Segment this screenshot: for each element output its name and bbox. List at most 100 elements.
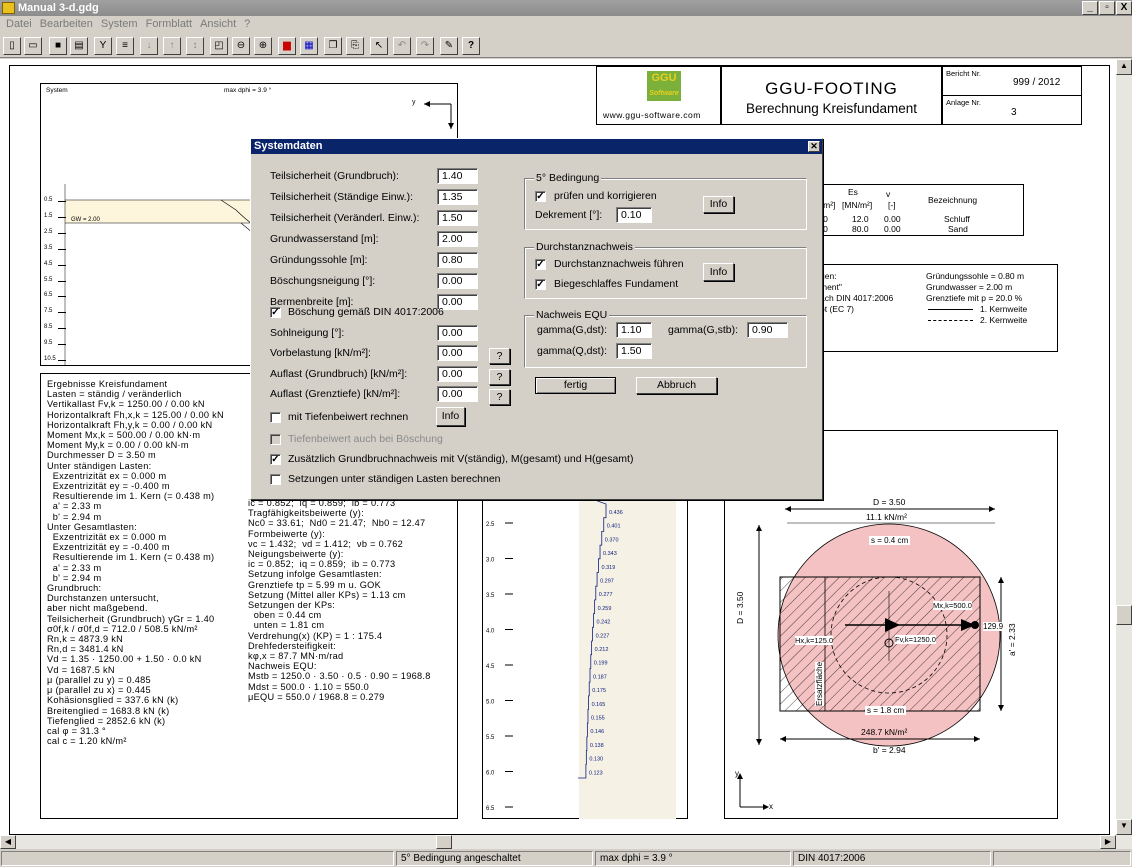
dialog-field-label: Teilsicherheit (Ständige Einw.): [270, 191, 413, 203]
grid-icon[interactable]: ▦ [300, 37, 318, 55]
tiefenbeiwert-info-button[interactable]: Info [436, 407, 465, 426]
dialog-field-input[interactable]: 0.00 [437, 325, 478, 341]
vertical-scrollbar[interactable]: ▲ ▼ [1116, 59, 1132, 835]
dialog-close-button[interactable]: ✕ [808, 141, 820, 152]
help-question-button[interactable]: ? [489, 389, 510, 405]
minimize-button[interactable]: _ [1082, 1, 1098, 15]
scroll-thumb[interactable] [1116, 605, 1132, 625]
menu-bearbeiten[interactable]: Bearbeiten [40, 18, 93, 30]
scroll-left-icon[interactable]: ◀ [0, 835, 16, 849]
zoom-in-icon[interactable]: ⊕ [254, 37, 272, 55]
dialog-field-input[interactable]: 0.00 [437, 345, 478, 361]
result-line: Formbeiwerte (y): [248, 528, 326, 539]
menu-formblatt[interactable]: Formblatt [146, 18, 192, 30]
tiefenbeiwert-checkbox[interactable] [270, 412, 281, 423]
arrow-updown-icon[interactable]: ↕ [186, 37, 204, 55]
pointer-icon[interactable]: ↖ [370, 37, 388, 55]
zusaetzlich-checkbox[interactable]: ✓ [270, 454, 281, 465]
depth-tick [58, 296, 66, 298]
g-stb-input[interactable]: 0.90 [747, 322, 788, 338]
settle-depth-label: 4.0 [486, 629, 495, 635]
abbruch-button[interactable]: Abbruch [636, 377, 717, 394]
pruefen-checkbox[interactable]: ✓ [535, 191, 546, 202]
scroll-right-icon[interactable]: ▶ [1100, 835, 1116, 849]
dialog-field-input[interactable]: 2.00 [437, 231, 478, 247]
edit-icon[interactable]: ✎ [440, 37, 458, 55]
help-question-button[interactable]: ? [489, 348, 510, 364]
new-file-icon[interactable]: ▯ [3, 37, 21, 55]
dialog-field-input[interactable]: 0.00 [437, 366, 478, 382]
bedingung-info-button[interactable]: Info [703, 196, 734, 213]
dialog-field-input[interactable]: 1.35 [437, 189, 478, 205]
arrow-up-icon[interactable]: ↑ [163, 37, 181, 55]
fertig-button[interactable]: fertig [535, 377, 616, 394]
save-icon[interactable]: ■ [49, 37, 67, 55]
dialog-field-input[interactable]: 0.80 [437, 252, 478, 268]
arrow-down-icon[interactable]: ↓ [140, 37, 158, 55]
filter-icon[interactable]: Y [94, 37, 112, 55]
hscroll-thumb[interactable] [436, 835, 452, 849]
program-subtitle: Berechnung Kreisfundament [745, 101, 918, 116]
dialog-field-label: Teilsicherheit (Veränderl. Einw.): [270, 212, 420, 224]
durchstanz-checkbox[interactable]: ✓ [535, 259, 546, 270]
result-line: Breitenglied = 1683.8 kN (k) [47, 705, 170, 716]
axis-y-label: y [735, 769, 739, 778]
copy-icon[interactable]: ❐ [324, 37, 342, 55]
boeschung-checkbox[interactable]: ✓ [270, 307, 281, 318]
results-left: Ergebnisse Kreisfundament Lasten = ständi… [47, 379, 224, 746]
depth-tick [58, 201, 66, 202]
depth-tick-label: 8.5 [44, 324, 53, 331]
legend-solid [928, 309, 973, 310]
setzungen-checkbox[interactable] [270, 474, 281, 485]
settle-depth-label: 5.5 [486, 735, 495, 741]
result-line: Vertikallast Fv,k = 1250.00 / 0.00 kN [47, 399, 205, 410]
help-button[interactable]: ? [462, 37, 480, 55]
dialog-field-input[interactable]: 1.40 [437, 168, 478, 184]
zoom-out-icon[interactable]: ⊖ [232, 37, 250, 55]
settle-value-label: 0.199 [594, 661, 608, 667]
dialog-field-input[interactable]: 0.00 [437, 386, 478, 402]
paste-icon[interactable]: ⎘ [346, 37, 364, 55]
group-5grad [524, 178, 807, 230]
result-line: Nachweis EQU: [248, 661, 317, 672]
close-button[interactable]: X [1116, 1, 1132, 15]
settle-value-label: 0.123 [589, 770, 603, 776]
print-icon[interactable]: ▤ [70, 37, 88, 55]
biegeschlaff-checkbox[interactable]: ✓ [535, 279, 546, 290]
list-icon[interactable]: ≡ [116, 37, 134, 55]
result-line: a' = 2.33 m [47, 501, 102, 512]
result-line: unten = 1.81 cm [248, 620, 325, 631]
horizontal-scrollbar[interactable]: ◀ ▶ [0, 835, 1132, 849]
menu-bar: Datei Bearbeiten System Formblatt Ansicht? [0, 16, 1132, 33]
table-icon[interactable]: ▆ [278, 37, 296, 55]
result-line: Grenztiefe tp = 5.99 m u. GOK [248, 579, 382, 590]
open-folder-icon[interactable]: ▭ [24, 37, 42, 55]
undo-icon[interactable]: ↶ [393, 37, 411, 55]
restore-button[interactable]: ▫ [1099, 1, 1115, 15]
scroll-down-icon[interactable]: ▼ [1116, 819, 1132, 835]
redo-icon[interactable]: ↷ [416, 37, 434, 55]
menu-ansicht[interactable]: Ansicht [200, 18, 236, 30]
zoom-fit-icon[interactable]: ◰ [210, 37, 228, 55]
dialog-field-input[interactable]: 0.00 [437, 273, 478, 289]
settlement-drawing: 2.5 3.0 3.5 4.0 4.5 5.0 5.5 6.0 6.5 0.436 0.401 0.3… [486, 494, 623, 812]
q-dst-input[interactable]: 1.50 [616, 343, 652, 359]
menu-system[interactable]: System [101, 18, 138, 30]
result-line: Setzung infolge Gesamtlasten: [248, 569, 382, 580]
menu-help[interactable]: ? [244, 18, 250, 30]
dialog-field-input[interactable]: 1.50 [437, 210, 478, 226]
info-right-line: 1. Kernweite [980, 304, 1028, 314]
tiefen-boeschung-checkbox[interactable] [270, 434, 281, 445]
result-line: cal c = 1.20 kN/m² [47, 736, 127, 747]
dekrement-input[interactable]: 0.10 [616, 207, 652, 223]
scroll-up-icon[interactable]: ▲ [1116, 59, 1132, 75]
systemdaten-dialog: Systemdaten ✕ Teilsicherheit (Grundbruch… [250, 138, 823, 500]
website-text: www.ggu-software.com [603, 110, 701, 120]
g-dst-input[interactable]: 1.10 [616, 322, 652, 338]
menu-datei[interactable]: Datei [6, 18, 32, 30]
result-line: aber nicht maßgebend. [47, 603, 148, 614]
result-line: Resultierende im 1. Kern (= 0.438 m) [47, 491, 215, 502]
durchstanz-info-button[interactable]: Info [703, 263, 734, 281]
help-question-button[interactable]: ? [489, 369, 510, 385]
result-line: Unter Gesamtlasten: [47, 521, 137, 532]
